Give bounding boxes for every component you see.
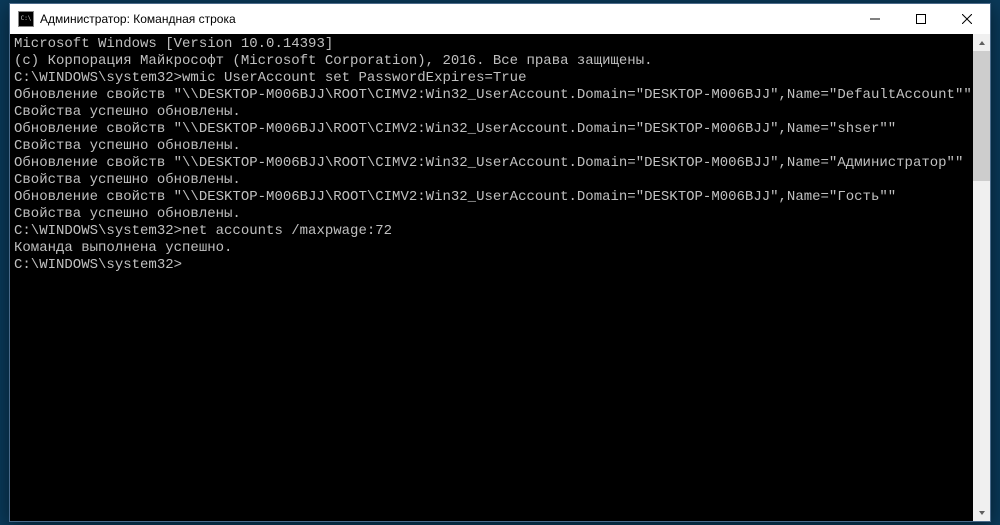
scrollbar-thumb[interactable] bbox=[973, 51, 990, 181]
terminal-output[interactable]: Microsoft Windows [Version 10.0.14393](c… bbox=[10, 34, 973, 521]
command-prompt-window: Администратор: Командная строка Microsof… bbox=[9, 3, 991, 522]
scroll-down-button[interactable] bbox=[973, 504, 990, 521]
maximize-button[interactable] bbox=[898, 4, 944, 34]
terminal-line: Свойства успешно обновлены. bbox=[14, 172, 969, 189]
scroll-up-button[interactable] bbox=[973, 34, 990, 51]
terminal-line: C:\WINDOWS\system32> bbox=[14, 257, 969, 274]
window-title: Администратор: Командная строка bbox=[40, 12, 236, 26]
terminal-line: (c) Корпорация Майкрософт (Microsoft Cor… bbox=[14, 53, 969, 70]
terminal-line: Microsoft Windows [Version 10.0.14393] bbox=[14, 36, 969, 53]
terminal-line: Команда выполнена успешно. bbox=[14, 240, 969, 257]
cmd-icon bbox=[18, 11, 34, 27]
close-button[interactable] bbox=[944, 4, 990, 34]
terminal-line: Обновление свойств "\\DESKTOP-M006BJJ\RO… bbox=[14, 87, 969, 104]
terminal-line: Обновление свойств "\\DESKTOP-M006BJJ\RO… bbox=[14, 121, 969, 138]
terminal-line: Свойства успешно обновлены. bbox=[14, 138, 969, 155]
terminal-line: C:\WINDOWS\system32>net accounts /maxpwa… bbox=[14, 223, 969, 240]
titlebar[interactable]: Администратор: Командная строка bbox=[10, 4, 990, 34]
minimize-button[interactable] bbox=[852, 4, 898, 34]
scrollbar-track[interactable] bbox=[973, 51, 990, 504]
terminal-line: Свойства успешно обновлены. bbox=[14, 104, 969, 121]
terminal-line: Свойства успешно обновлены. bbox=[14, 206, 969, 223]
cursor bbox=[182, 259, 190, 273]
terminal-line: C:\WINDOWS\system32>wmic UserAccount set… bbox=[14, 70, 969, 87]
terminal-line: Обновление свойств "\\DESKTOP-M006BJJ\RO… bbox=[14, 189, 969, 206]
vertical-scrollbar[interactable] bbox=[973, 34, 990, 521]
client-area: Microsoft Windows [Version 10.0.14393](c… bbox=[10, 34, 990, 521]
terminal-line: Обновление свойств "\\DESKTOP-M006BJJ\RO… bbox=[14, 155, 969, 172]
